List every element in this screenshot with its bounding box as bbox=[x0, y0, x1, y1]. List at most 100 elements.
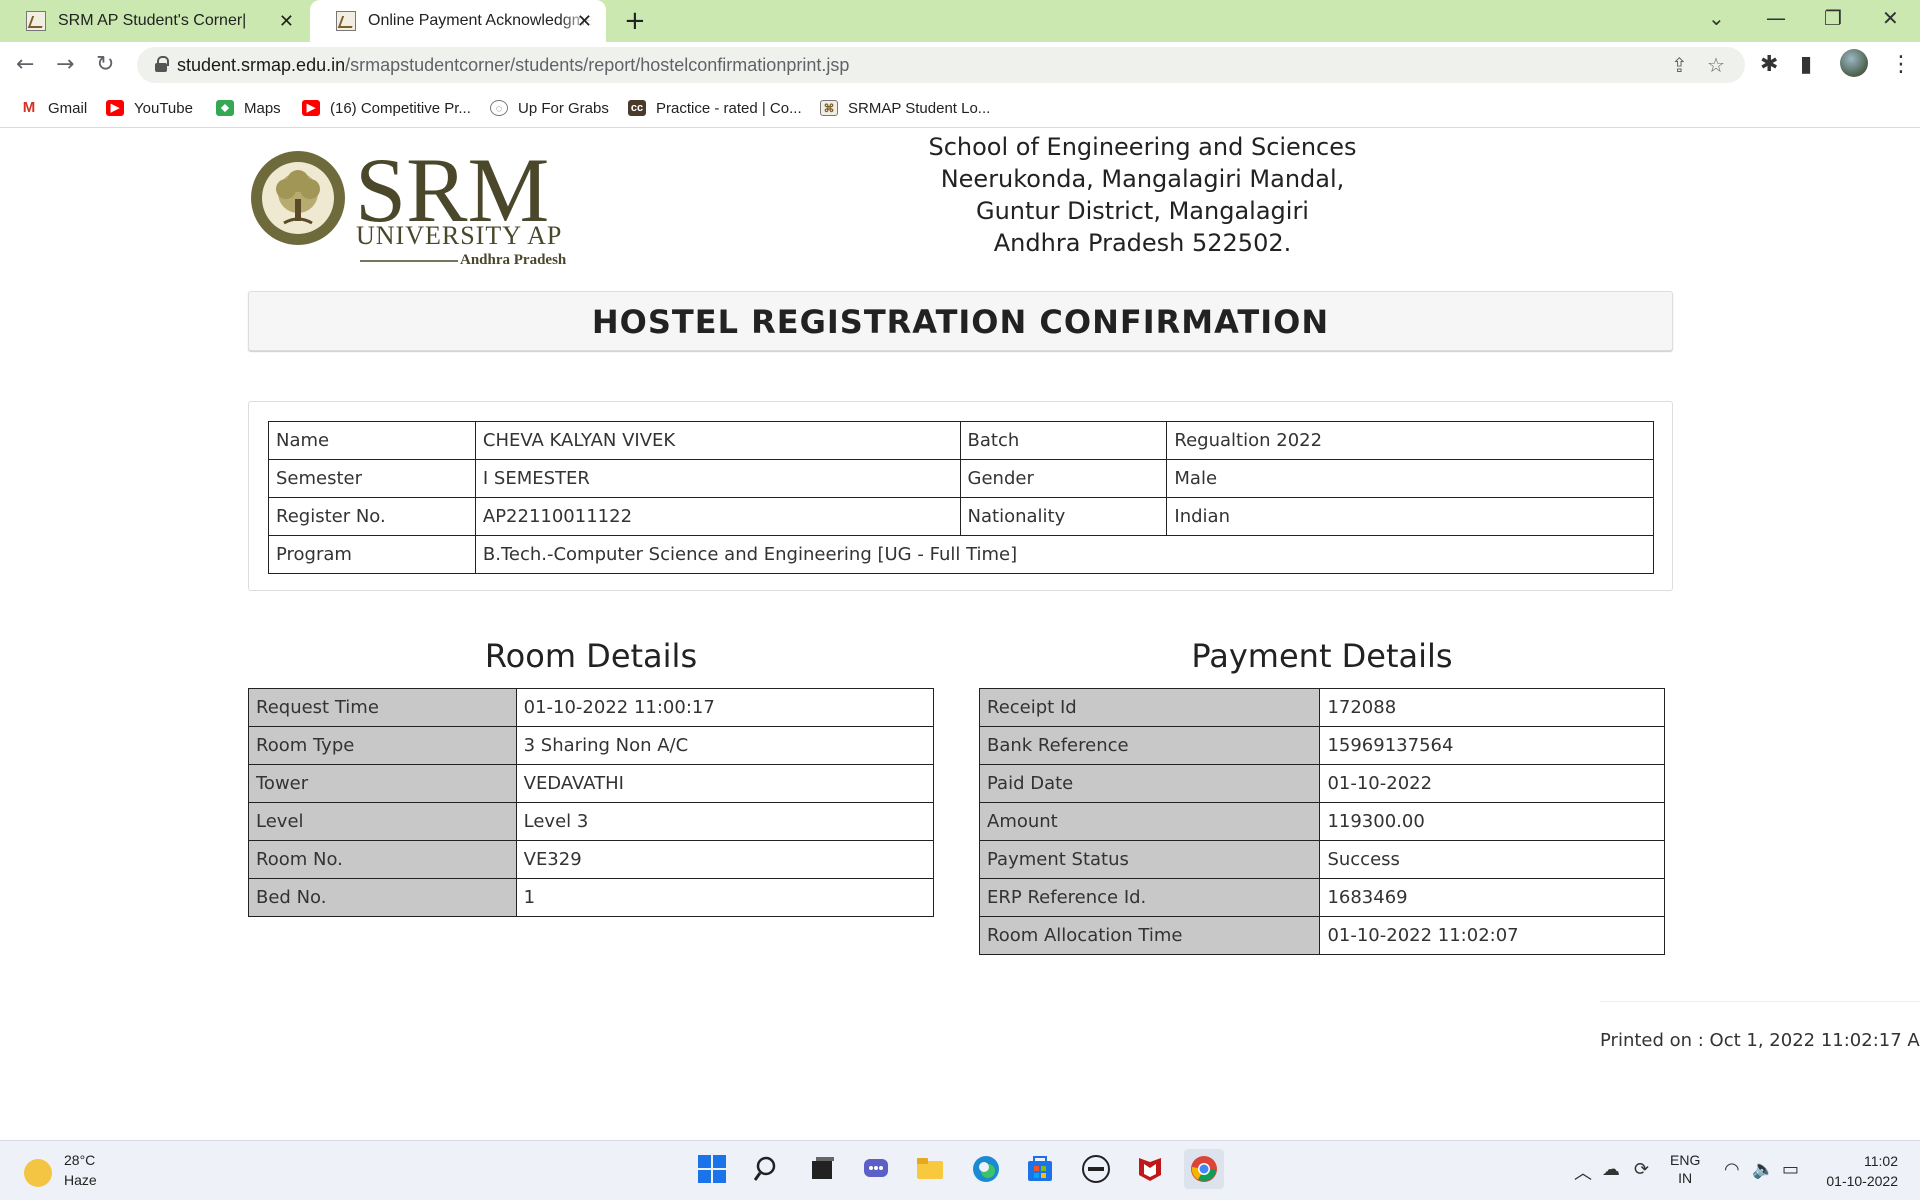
bookmark-srmap-login[interactable]: ⌘ SRMAP Student Lo... bbox=[820, 97, 990, 119]
row-label: Room Allocation Time bbox=[978, 916, 1321, 955]
row-value: 15969137564 bbox=[1319, 726, 1665, 765]
store-icon bbox=[1028, 1156, 1052, 1181]
svg-text:UNIVERSITY AP: UNIVERSITY AP bbox=[356, 221, 562, 250]
room-details-heading: Room Details bbox=[484, 637, 698, 675]
row-label: Paid Date bbox=[978, 764, 1321, 803]
bookmark-competitive[interactable]: ▶ (16) Competitive Pr... bbox=[302, 97, 471, 119]
table-row: Level Level 3 bbox=[248, 802, 935, 841]
name-value: CHEVA KALYAN VIVEK bbox=[474, 421, 961, 460]
chrome-button[interactable] bbox=[1184, 1149, 1224, 1189]
bookmark-codechef[interactable]: cc Practice - rated | Co... bbox=[628, 97, 802, 119]
bookmarks-bar: M Gmail ▶ YouTube ⬥ Maps ▶ (16) Competit… bbox=[0, 88, 1920, 128]
row-value: 172088 bbox=[1319, 688, 1665, 727]
codechef-icon: cc bbox=[628, 100, 646, 116]
lock-icon[interactable] bbox=[155, 56, 169, 72]
weather-condition: Haze bbox=[64, 1172, 97, 1188]
gender-value: Male bbox=[1166, 459, 1654, 498]
clock-date: 01-10-2022 bbox=[1826, 1173, 1898, 1189]
store-button[interactable] bbox=[1020, 1149, 1060, 1189]
extensions-puzzle-icon[interactable]: ✱ bbox=[1760, 52, 1778, 77]
regno-value: AP22110011122 bbox=[474, 497, 961, 536]
student-info-table: Name CHEVA KALYAN VIVEK Batch Regualtion… bbox=[268, 421, 1655, 574]
input-language-indicator[interactable]: ENG IN bbox=[1670, 1151, 1700, 1187]
battery-icon[interactable]: ▭ bbox=[1782, 1159, 1799, 1180]
table-row: Room Type 3 Sharing Non A/C bbox=[248, 726, 935, 765]
row-value: 01-10-2022 11:00:17 bbox=[515, 688, 935, 727]
srm-favicon-icon bbox=[336, 11, 356, 31]
close-tab-icon[interactable]: ✕ bbox=[279, 11, 294, 32]
bookmark-gmail[interactable]: M Gmail bbox=[20, 97, 87, 119]
volume-icon[interactable]: 🔈 bbox=[1752, 1159, 1774, 1180]
row-value: VEDAVATHI bbox=[515, 764, 935, 803]
table-row: Bed No. 1 bbox=[248, 878, 935, 917]
forward-icon[interactable]: → bbox=[56, 52, 74, 77]
share-icon[interactable]: ⇪ bbox=[1671, 53, 1688, 77]
regno-label: Register No. bbox=[268, 497, 476, 536]
edge-button[interactable] bbox=[966, 1149, 1006, 1189]
nationality-value: Indian bbox=[1166, 497, 1654, 536]
side-panel-icon[interactable]: ▮ bbox=[1800, 52, 1812, 77]
row-label: Room No. bbox=[248, 840, 517, 879]
new-tab-icon[interactable]: + bbox=[624, 6, 646, 36]
semester-value: I SEMESTER bbox=[474, 459, 961, 498]
weather-haze-icon bbox=[24, 1159, 52, 1187]
program-label: Program bbox=[268, 535, 476, 574]
university-address: School of Engineering and Sciences Neeru… bbox=[880, 131, 1405, 259]
bookmark-star-icon[interactable]: ☆ bbox=[1707, 53, 1725, 77]
student-info-panel: Name CHEVA KALYAN VIVEK Batch Regualtion… bbox=[248, 401, 1673, 591]
system-clock[interactable]: 11:02 01-10-2022 bbox=[1818, 1151, 1898, 1191]
address-line: School of Engineering and Sciences bbox=[928, 133, 1357, 161]
search-button[interactable] bbox=[748, 1149, 788, 1189]
bookmark-up-for-grabs[interactable]: ◌ Up For Grabs bbox=[490, 97, 609, 119]
start-button[interactable] bbox=[692, 1149, 732, 1189]
reload-icon[interactable]: ↻ bbox=[96, 52, 114, 77]
task-view-button[interactable] bbox=[802, 1149, 842, 1189]
url-text[interactable]: student.srmap.edu.in/srmapstudentcorner/… bbox=[177, 55, 849, 76]
back-icon[interactable]: ← bbox=[16, 52, 34, 77]
omnibox[interactable]: student.srmap.edu.in/srmapstudentcorner/… bbox=[137, 47, 1745, 83]
program-value: B.Tech.-Computer Science and Engineering… bbox=[474, 535, 1655, 574]
page-content: SRM UNIVERSITY AP Andhra Pradesh School … bbox=[0, 129, 1920, 1140]
restore-icon[interactable]: ❐ bbox=[1824, 6, 1842, 30]
divider bbox=[1600, 1001, 1920, 1002]
teams-chat-button[interactable] bbox=[856, 1149, 896, 1189]
dell-button[interactable] bbox=[1076, 1149, 1116, 1189]
bookmark-youtube[interactable]: ▶ YouTube bbox=[106, 97, 193, 119]
wifi-icon[interactable]: ◠ bbox=[1724, 1159, 1740, 1180]
close-window-icon[interactable]: ✕ bbox=[1882, 6, 1899, 30]
tab-search-chevron-icon[interactable]: ⌄ bbox=[1708, 6, 1725, 30]
payment-details-table: Receipt Id 172088 Bank Reference 159691375… bbox=[978, 688, 1665, 955]
mcafee-shield-icon bbox=[1139, 1158, 1161, 1181]
tab-srm-student-corner[interactable]: SRM AP Student's Corner| ✕ bbox=[0, 0, 308, 42]
name-label: Name bbox=[268, 421, 476, 460]
minimize-icon[interactable]: — bbox=[1766, 6, 1786, 30]
onedrive-cloud-icon[interactable]: ☁ bbox=[1602, 1159, 1620, 1180]
row-value: 01-10-2022 bbox=[1319, 764, 1665, 803]
youtube-icon: ▶ bbox=[106, 100, 124, 116]
show-hidden-icons-chevron-icon[interactable]: ︿ bbox=[1574, 1159, 1592, 1185]
table-row: Amount 119300.00 bbox=[978, 802, 1665, 841]
svg-text:Andhra Pradesh: Andhra Pradesh bbox=[460, 252, 567, 264]
file-explorer-button[interactable] bbox=[910, 1149, 950, 1189]
close-tab-icon[interactable]: ✕ bbox=[577, 11, 592, 32]
row-label: Bank Reference bbox=[978, 726, 1321, 765]
batch-label: Batch bbox=[959, 421, 1168, 460]
srm-favicon-icon bbox=[26, 11, 46, 31]
printed-on-text: Printed on : Oct 1, 2022 11:02:17 AM bbox=[1600, 1030, 1920, 1051]
mcafee-button[interactable] bbox=[1130, 1149, 1170, 1189]
row-value: Level 3 bbox=[515, 802, 935, 841]
bookmark-maps[interactable]: ⬥ Maps bbox=[216, 97, 281, 119]
table-row: Receipt Id 172088 bbox=[978, 688, 1665, 727]
semester-label: Semester bbox=[268, 459, 476, 498]
windows-taskbar: 28°C Haze ︿ ☁ ⟳ ENG IN ◠ 🔈 ▭ 11:02 01-10… bbox=[0, 1140, 1920, 1200]
search-icon bbox=[754, 1156, 776, 1181]
menu-kebab-icon[interactable]: ⋮ bbox=[1890, 52, 1912, 77]
tab-online-payment[interactable]: Online Payment Acknowledgment ✕ bbox=[310, 0, 606, 42]
table-row: Bank Reference 15969137564 bbox=[978, 726, 1665, 765]
profile-avatar[interactable] bbox=[1840, 49, 1868, 77]
gmail-icon: M bbox=[20, 100, 38, 116]
srm-university-logo: SRM UNIVERSITY AP Andhra Pradesh bbox=[250, 139, 580, 268]
table-row: Room No. VE329 bbox=[248, 840, 935, 879]
sync-icon[interactable]: ⟳ bbox=[1634, 1159, 1649, 1180]
table-row: Register No. AP22110011122 Nationality I… bbox=[268, 497, 1654, 536]
